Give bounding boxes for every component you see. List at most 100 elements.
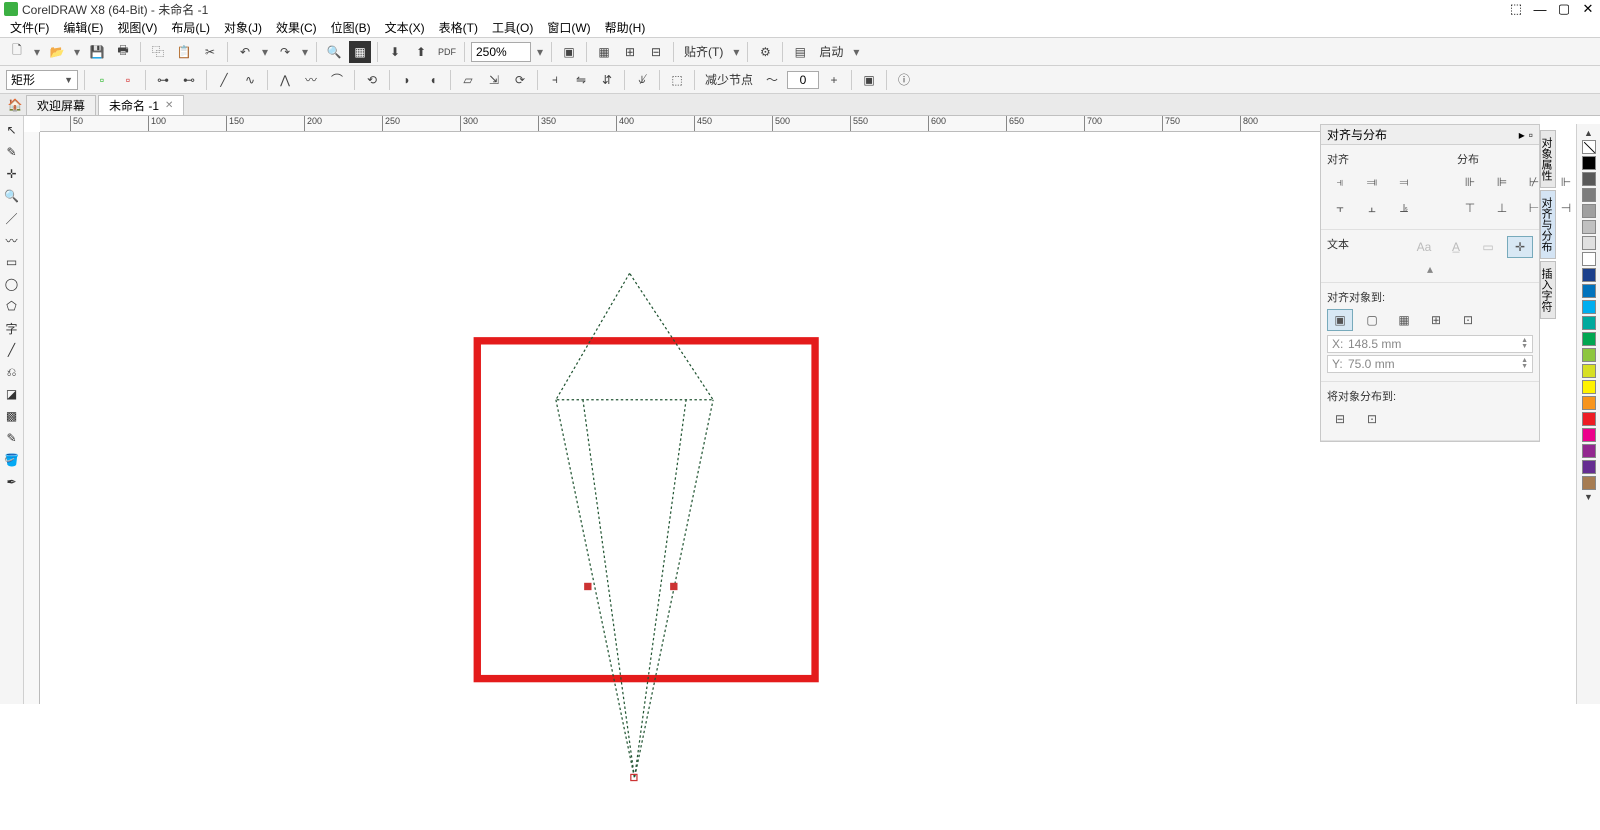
break-nodes-button[interactable]: ⊷ [178,69,200,91]
save-button[interactable]: 💾 [86,41,108,63]
swatch-gray60[interactable] [1582,204,1596,218]
eyedropper-tool-icon[interactable]: ✎ [2,428,22,448]
swatch-yellow[interactable] [1582,380,1596,394]
dist-top-button[interactable]: ⊤ [1457,197,1483,219]
tab-close-icon[interactable]: ✕ [165,100,173,111]
spinner-icon[interactable]: ▲▼ [1521,358,1528,370]
menu-view[interactable]: 视图(V) [111,17,163,38]
snap-label[interactable]: 贴齐(T) [680,43,727,60]
dist-center-v-button[interactable]: ⊥ [1489,197,1515,219]
delete-node-button[interactable]: ▫ [117,69,139,91]
tab-welcome[interactable]: 欢迎屏幕 [26,95,96,115]
tab-document[interactable]: 未命名 -1✕ [98,95,184,115]
swatch-cyan[interactable] [1582,300,1596,314]
menu-text[interactable]: 文本(X) [379,17,431,38]
shape-mode-select[interactable]: 矩形 ▼ [6,70,78,90]
swatch-red[interactable] [1582,412,1596,426]
dimension-tool-icon[interactable]: ╱ [2,340,22,360]
text-outline-button[interactable]: ✛ [1507,236,1533,258]
launch-icon[interactable]: ▤ [789,41,811,63]
elastic-mode-button[interactable]: ⫝̸ [631,69,653,91]
to-curve-button[interactable]: ∿ [239,69,261,91]
grid2-button[interactable]: ⊞ [619,41,641,63]
align-top-button[interactable]: ⫟ [1327,197,1353,219]
close-button[interactable]: ✕ [1580,1,1596,17]
swatch-green[interactable] [1582,332,1596,346]
dropshadow-tool-icon[interactable]: ◪ [2,384,22,404]
ruler-vertical[interactable] [24,132,40,704]
fullscreen-button[interactable]: ▣ [558,41,580,63]
smooth-node-button[interactable]: 〰 [300,69,322,91]
close-curve-button[interactable]: ▱ [457,69,479,91]
launch-dropdown[interactable]: ▾ [851,45,861,59]
menu-file[interactable]: 文件(F) [4,17,55,38]
crop-tool-icon[interactable]: ✛ [2,164,22,184]
swatch-gray40[interactable] [1582,220,1596,234]
menu-edit[interactable]: 编辑(E) [57,17,109,38]
reverse-curve-button[interactable]: ⟲ [361,69,383,91]
swatch-white[interactable] [1582,252,1596,266]
docker-close-icon[interactable]: ▫ [1529,128,1533,142]
tab-insert-character[interactable]: 插入字符 [1540,261,1556,319]
zoom-dropdown[interactable]: ▾ [535,45,545,59]
print-button[interactable]: 🖶 [112,41,134,63]
pdf-button[interactable]: PDF [436,41,458,63]
swatch-teal[interactable] [1582,316,1596,330]
zoom-select[interactable] [471,42,531,62]
undo-button[interactable]: ↶ [234,41,256,63]
align-to-page-edge-button[interactable]: ▢ [1359,309,1385,331]
maximize-button[interactable]: ▢ [1556,1,1572,17]
grid3-button[interactable]: ⊟ [645,41,667,63]
tab-align-distribute[interactable]: 对齐与分布 [1540,190,1556,259]
align-center-v-button[interactable]: ⫠ [1359,197,1385,219]
align-right-button[interactable]: ⫤ [1391,171,1417,193]
undo-dropdown[interactable]: ▾ [260,45,270,59]
swatch-orange[interactable] [1582,396,1596,410]
redo-dropdown[interactable]: ▾ [300,45,310,59]
text-box-button[interactable]: ▭ [1475,236,1501,258]
align-left-button[interactable]: ⫣ [1327,171,1353,193]
menu-tools[interactable]: 工具(O) [486,17,539,38]
fill-tool-icon[interactable]: 🪣 [2,450,22,470]
docker-collapse-icon[interactable]: ▸ [1519,128,1525,142]
open-dropdown[interactable]: ▾ [72,45,82,59]
tab-object-properties[interactable]: 对象属性 [1540,130,1556,188]
align-center-h-button[interactable]: ⫥ [1359,171,1385,193]
symm-node-button[interactable]: ⌒ [326,69,348,91]
swatch-brown[interactable] [1582,476,1596,490]
ruler-horizontal[interactable]: 50 100 150 200 250 300 350 400 450 500 5… [40,116,1540,132]
text-point-button[interactable]: A̲ [1443,236,1469,258]
palette-down-icon[interactable]: ▼ [1584,492,1593,502]
align-nodes-button[interactable]: ⫞ [544,69,566,91]
curve-smoothness-icon[interactable]: 〜 [761,69,783,91]
polygon-tool-icon[interactable]: ⬠ [2,296,22,316]
outline-tool-icon[interactable]: ✒ [2,472,22,492]
new-doc-dropdown[interactable]: ▾ [32,45,42,59]
align-to-grid-button[interactable]: ⊞ [1423,309,1449,331]
search-button[interactable]: 🔍 [323,41,345,63]
cut-button[interactable]: ✂ [199,41,221,63]
launch-label[interactable]: 启动 [815,43,847,60]
export-button[interactable]: ⬆ [410,41,432,63]
rectangle-tool-icon[interactable]: ▭ [2,252,22,272]
join-nodes-button[interactable]: ⊶ [152,69,174,91]
align-to-point-button[interactable]: ⊡ [1455,309,1481,331]
artistic-media-icon[interactable]: 〰 [2,230,22,250]
swatch-yellow-green[interactable] [1582,364,1596,378]
reflect-h-button[interactable]: ⇋ [570,69,592,91]
open-button[interactable]: 📂 [46,41,68,63]
select-all-nodes-button[interactable]: ⬚ [666,69,688,91]
shape-tool-icon[interactable]: ✎ [2,142,22,162]
dist-center-h-button[interactable]: ⊫ [1489,171,1515,193]
new-doc-button[interactable]: 🗋 [6,41,28,63]
swatch-purple[interactable] [1582,444,1596,458]
text-tool-icon[interactable]: 字 [2,318,22,338]
rotate-nodes-button[interactable]: ⟳ [509,69,531,91]
swatch-black[interactable] [1582,156,1596,170]
palette-up-icon[interactable]: ▲ [1584,128,1593,138]
import-button[interactable]: ⬇ [384,41,406,63]
spinner-icon[interactable]: ▲▼ [1521,338,1528,350]
node-value-input[interactable] [787,71,819,89]
coord-y-row[interactable]: Y: 75.0 mm ▲▼ [1327,355,1533,373]
node-plus-button[interactable]: + [823,69,845,91]
